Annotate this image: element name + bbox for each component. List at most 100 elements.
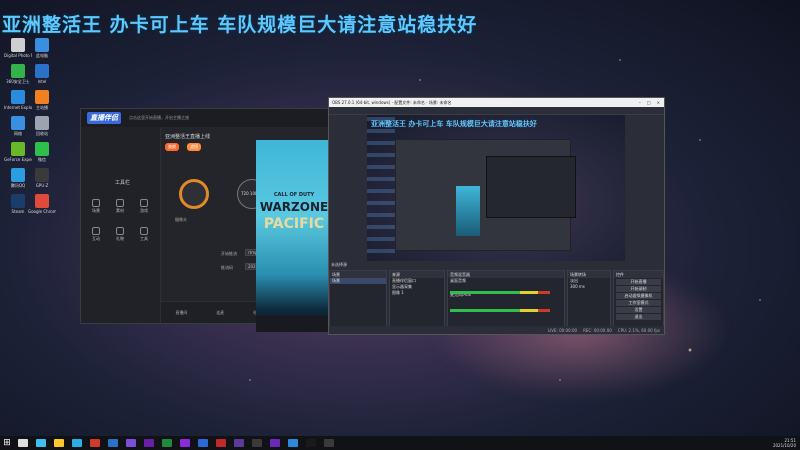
taskbar-app-icon[interactable]: [180, 439, 190, 447]
minimize-icon[interactable]: –: [639, 100, 641, 105]
field1-label: 开始推流: [221, 251, 237, 256]
studio-mode-button[interactable]: 工作室模式: [616, 300, 661, 306]
taskbar-app-icon[interactable]: [306, 439, 316, 447]
preview-desktop-icons: [367, 115, 395, 261]
desktop-icon-label: 此电脑: [36, 53, 48, 58]
maximize-icon[interactable]: □: [647, 100, 651, 105]
warzone-poster: CALL OF DUTY WARZONE PACIFIC: [256, 140, 332, 332]
preview-banner: 亚洲整活王 办卡可上车 车队规模巨大请注意站稳扶好: [371, 120, 537, 128]
poster-warzone-text: WARZONE: [259, 200, 329, 214]
desktop-icon[interactable]: Intel: [28, 64, 56, 84]
taskbar-app-icon[interactable]: [18, 439, 28, 447]
scenes-dock-title: 场景: [330, 271, 386, 278]
sidebar-btn-tools[interactable]: 工具: [135, 227, 153, 242]
taskbar-app-icon[interactable]: [288, 439, 298, 447]
sidebar-btn-material[interactable]: 素材: [111, 199, 129, 214]
poster-cod-text: CALL OF DUTY: [273, 192, 315, 198]
app-icon: [11, 142, 25, 156]
app-icon: [11, 38, 25, 52]
app-icon: [11, 194, 25, 208]
source-item[interactable]: 图像 1: [390, 290, 444, 296]
desktop-icon-label: GPU-Z: [35, 183, 49, 188]
transitions-dock: 场景转场 淡出 300 ms: [567, 270, 611, 328]
clock-date: 2021/10/20: [772, 443, 796, 448]
desktop-icon-label: 微信: [38, 157, 46, 162]
taskbar-app-icon[interactable]: [324, 439, 334, 447]
bottom-btn-room[interactable]: 直播间: [175, 310, 187, 316]
app-icon: [11, 116, 25, 130]
exit-button[interactable]: 退出: [616, 314, 661, 320]
desktop-icon[interactable]: 微信: [28, 142, 56, 162]
stream-app-titlebar[interactable]: 直播伴侣 点击这里开始直播，开启主播之旅: [81, 109, 349, 127]
controls-dock-title: 控件: [614, 271, 663, 278]
settings-button[interactable]: 设置: [616, 307, 661, 313]
taskbar-app-icon[interactable]: [162, 439, 172, 447]
sidebar-btn-game[interactable]: 游戏: [135, 199, 153, 214]
app-icon: [35, 90, 49, 104]
transitions-dock-title: 场景转场: [568, 271, 610, 278]
sidebar-btn-interact[interactable]: 互动: [87, 227, 105, 242]
desktop-icon-label: Intel: [37, 79, 47, 84]
poster-pacific-text: PACIFIC: [263, 216, 325, 232]
scene-icon: [92, 199, 100, 207]
taskbar-app-icon[interactable]: [54, 439, 64, 447]
desktop-icon[interactable]: 此电脑: [28, 38, 56, 58]
desktop-icon[interactable]: 回收站: [28, 116, 56, 136]
obs-statusbar: LIVE: 00:00:00 REC: 00:00:00 CPU: 2.1%, …: [329, 326, 664, 334]
rec-status: REC: 00:00:00: [583, 327, 612, 333]
taskbar: ⊞ 21:51 2021/10/20: [0, 436, 800, 450]
sources-dock: 来源 直播伴侣窗口 显示器采集 图像 1: [389, 270, 445, 328]
app-icon: [35, 38, 49, 52]
taskbar-app-icon[interactable]: [72, 439, 82, 447]
sidebar-btn-scene[interactable]: 场景: [87, 199, 105, 214]
taskbar-app-icon[interactable]: [90, 439, 100, 447]
taskbar-app-icon[interactable]: [270, 439, 280, 447]
beauty-chip[interactable]: 美颜: [165, 143, 179, 151]
desktop-icon[interactable]: 主站播: [28, 90, 56, 110]
taskbar-app-icon[interactable]: [252, 439, 262, 447]
windows-logo-icon[interactable]: ⊞: [0, 436, 14, 450]
start-recording-button[interactable]: 开始录制: [616, 286, 661, 292]
no-source-label: 未选择源: [331, 262, 347, 267]
stream-app-logo: 直播伴侣: [87, 112, 121, 124]
sidebar-btn-gift[interactable]: 礼物: [111, 227, 129, 242]
filter-chip[interactable]: 滤镜: [187, 143, 201, 151]
obs-menubar[interactable]: [329, 107, 664, 115]
sources-dock-title: 来源: [390, 271, 444, 278]
system-tray-clock[interactable]: 21:51 2021/10/20: [773, 438, 800, 448]
desktop-icon[interactable]: Google Chrome: [28, 194, 56, 214]
field2-label: 推流码: [221, 265, 233, 270]
transition-duration[interactable]: 300 ms: [568, 284, 610, 290]
taskbar-app-icon[interactable]: [36, 439, 46, 447]
app-icon: [35, 116, 49, 130]
controls-dock: 控件 开始直播 开始录制 启动虚拟摄像机 工作室模式 设置 退出: [613, 270, 664, 328]
taskbar-app-icon[interactable]: [108, 439, 118, 447]
close-icon[interactable]: ×: [657, 100, 660, 105]
material-icon: [116, 199, 124, 207]
taskbar-app-icon[interactable]: [234, 439, 244, 447]
taskbar-app-icon[interactable]: [144, 439, 154, 447]
obs-preview[interactable]: 亚洲整活王 办卡可上车 车队规模巨大请注意站稳扶好: [367, 115, 625, 261]
virtual-camera-button[interactable]: 启动虚拟摄像机: [616, 293, 661, 299]
taskbar-app-icon[interactable]: [216, 439, 226, 447]
desktop-icon[interactable]: GPU-Z: [28, 168, 56, 188]
obs-window[interactable]: OBS 27.0.1 (64-bit, windows) - 配置文件: 未命名…: [328, 97, 665, 335]
obs-titlebar[interactable]: OBS 27.0.1 (64-bit, windows) - 配置文件: 未命名…: [329, 98, 664, 107]
scenes-dock: 场景 场景: [329, 270, 387, 328]
mixer-dock-title: 音频混音器: [448, 271, 564, 278]
camera-toggle[interactable]: [179, 179, 209, 209]
taskbar-app-icon[interactable]: [198, 439, 208, 447]
overlay-banner: 亚洲整活王 办卡可上车 车队规模巨大请注意站稳扶好: [2, 14, 478, 36]
desktop-icon-label: 回收站: [36, 131, 48, 136]
app-icon: [35, 168, 49, 182]
bottom-btn-cohost[interactable]: 连麦: [216, 310, 224, 316]
stream-title: 亚洲整活王直播上线: [165, 134, 211, 140]
audio-mixer-dock: 音频混音器 桌面音频 麦克风/Aux: [447, 270, 565, 328]
app-icon: [11, 168, 25, 182]
mixer-track-label: 桌面音频: [450, 278, 466, 283]
scene-item[interactable]: 场景: [330, 278, 386, 284]
live-status: LIVE: 00:00:00: [547, 327, 578, 333]
obs-source-strip: 未选择源: [329, 261, 664, 270]
start-streaming-button[interactable]: 开始直播: [616, 279, 661, 285]
taskbar-app-icon[interactable]: [126, 439, 136, 447]
